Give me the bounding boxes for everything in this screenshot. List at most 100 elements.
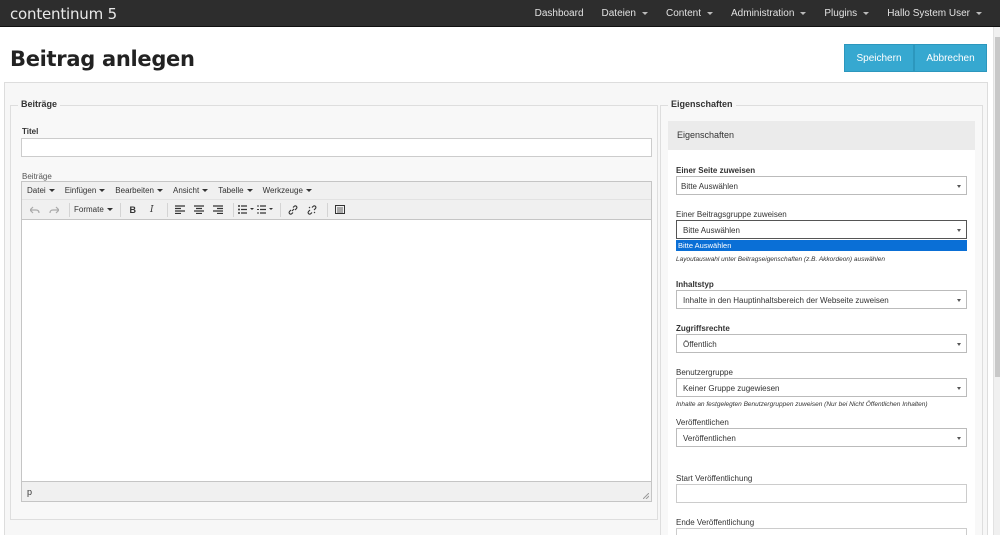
start-publish-input[interactable]	[676, 484, 967, 503]
content-type-label: Inhaltstyp	[676, 280, 714, 289]
properties-panel-header: Eigenschaften	[668, 121, 975, 150]
align-right-icon[interactable]	[210, 202, 226, 218]
numbered-list-icon[interactable]	[256, 202, 273, 218]
editor-content-area[interactable]	[22, 220, 651, 482]
menu-werkzeuge[interactable]: Werkzeuge	[263, 186, 312, 195]
content-label: Beiträge	[22, 172, 52, 181]
end-publish-input[interactable]	[676, 528, 967, 535]
page-assign-value: Bitte Auswählen	[681, 182, 738, 191]
nav-dashboard[interactable]: Dashboard	[535, 8, 584, 19]
start-publish-label: Start Veröffentlichung	[676, 474, 753, 483]
chevron-down-icon	[863, 12, 870, 15]
chevron-down-icon	[305, 189, 312, 192]
chevron-down-icon	[800, 12, 807, 15]
formats-dropdown[interactable]: Formate	[74, 202, 113, 218]
title-label: Titel	[22, 127, 39, 136]
usergroup-select[interactable]: Keiner Gruppe zugewiesen	[676, 378, 967, 397]
page-assign-label: Einer Seite zuweisen	[676, 166, 756, 175]
cancel-button[interactable]: Abbrechen	[914, 44, 987, 72]
group-dropdown-option[interactable]: Bitte Auswählen	[676, 240, 967, 251]
nav-content-label: Content	[665, 8, 702, 19]
undo-icon[interactable]	[27, 202, 43, 218]
toolbar-divider	[69, 202, 70, 217]
chevron-down-icon	[976, 12, 982, 15]
top-navbar: contentinum 5 Dashboard Dateien Content …	[0, 0, 1000, 27]
publish-select[interactable]: Veröffentlichen	[676, 428, 967, 447]
main-nav: Dashboard Dateien Content Administration…	[517, 0, 982, 27]
rich-text-editor: Datei Einfügen Bearbeiten Ansicht Tabell…	[21, 181, 652, 502]
nav-dateien[interactable]: Dateien	[602, 8, 648, 19]
nav-administration-label: Administration	[731, 8, 795, 19]
nav-user-label: Hallo System User	[887, 8, 970, 19]
toolbar-divider	[326, 202, 328, 217]
editor-statusbar: p	[22, 481, 651, 501]
align-center-icon[interactable]	[191, 202, 207, 218]
app-brand[interactable]: contentinum 5	[10, 5, 117, 23]
link-icon[interactable]	[285, 202, 301, 218]
italic-icon[interactable]: I	[144, 202, 160, 218]
menu-einfuegen-label: Einfügen	[64, 186, 97, 195]
chevron-down-icon	[957, 437, 961, 440]
align-left-icon[interactable]	[172, 202, 188, 218]
page-title: Beitrag anlegen	[10, 47, 195, 71]
nav-dateien-label: Dateien	[601, 8, 636, 19]
content-legend: Beiträge	[18, 99, 61, 109]
nav-dashboard-label: Dashboard	[534, 8, 584, 19]
content-type-value: Inhalte in den Hauptinhaltsbereich der W…	[683, 296, 889, 305]
chevron-down-icon	[957, 343, 961, 346]
chevron-down-icon	[707, 12, 714, 15]
menu-bearbeiten[interactable]: Bearbeiten	[115, 186, 163, 195]
chevron-down-icon	[246, 189, 253, 192]
toolbar-divider	[232, 202, 234, 217]
bullet-list-icon[interactable]	[237, 202, 254, 218]
title-input[interactable]	[21, 138, 652, 157]
redo-icon[interactable]	[46, 202, 62, 218]
chevron-down-icon	[957, 185, 961, 188]
group-hint: Layoutauswahl unter Beitragseigenschafte…	[676, 256, 885, 263]
toolbar-divider	[166, 202, 168, 217]
menu-ansicht[interactable]: Ansicht	[172, 186, 209, 195]
group-assign-label: Einer Beitragsgruppe zuweisen	[676, 210, 787, 219]
publish-label: Veröffentlichen	[676, 418, 729, 427]
element-path[interactable]: p	[27, 487, 32, 497]
chevron-down-icon	[957, 387, 961, 390]
resize-handle-icon[interactable]	[643, 493, 649, 499]
group-assign-select[interactable]: Bitte Auswählen	[676, 220, 967, 239]
menu-ansicht-label: Ansicht	[172, 186, 200, 195]
publish-value: Veröffentlichen	[683, 434, 736, 443]
chevron-down-icon	[48, 189, 55, 192]
editor-menubar: Datei Einfügen Bearbeiten Ansicht Tabell…	[22, 182, 651, 200]
nav-content[interactable]: Content	[665, 8, 714, 19]
menu-datei-label: Datei	[27, 186, 46, 195]
access-select[interactable]: Öffentlich	[676, 334, 967, 353]
nav-user-menu[interactable]: Hallo System User	[887, 8, 982, 19]
bold-icon[interactable]: B	[125, 202, 141, 218]
menu-werkzeuge-label: Werkzeuge	[262, 186, 303, 195]
scrollbar-thumb[interactable]	[995, 37, 1000, 377]
page-scrollbar[interactable]	[993, 27, 1000, 535]
page-assign-select[interactable]: Bitte Auswählen	[676, 176, 967, 195]
toolbar-divider	[279, 202, 281, 217]
menu-einfuegen[interactable]: Einfügen	[65, 186, 106, 195]
chevron-down-icon	[957, 229, 961, 232]
menu-bearbeiten-label: Bearbeiten	[115, 186, 154, 195]
nav-plugins[interactable]: Plugins	[824, 8, 870, 19]
code-icon[interactable]	[332, 202, 348, 218]
chevron-down-icon	[641, 12, 648, 15]
chevron-down-icon	[957, 299, 961, 302]
chevron-down-icon	[106, 208, 113, 211]
chevron-down-icon	[99, 189, 106, 192]
save-button[interactable]: Speichern	[844, 44, 914, 72]
nav-administration[interactable]: Administration	[731, 8, 807, 19]
toolbar-divider	[119, 202, 121, 217]
unlink-icon[interactable]	[304, 202, 320, 218]
menu-tabelle-label: Tabelle	[218, 186, 244, 195]
usergroup-label: Benutzergruppe	[676, 368, 733, 377]
content-type-select[interactable]: Inhalte in den Hauptinhaltsbereich der W…	[676, 290, 967, 309]
menu-datei[interactable]: Datei	[27, 186, 55, 195]
menu-tabelle[interactable]: Tabelle	[218, 186, 253, 195]
properties-legend: Eigenschaften	[668, 99, 736, 109]
access-value: Öffentlich	[683, 340, 717, 349]
end-publish-label: Ende Veröffentlichung	[676, 518, 755, 527]
access-label: Zugriffsrechte	[676, 324, 730, 333]
